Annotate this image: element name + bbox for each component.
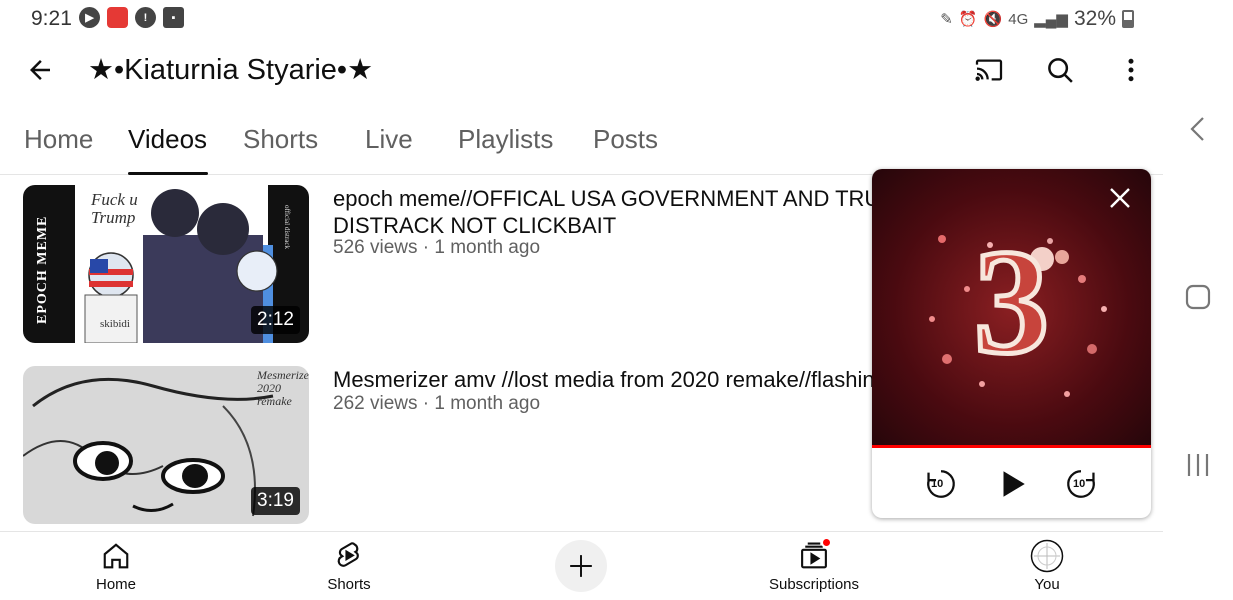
close-icon[interactable] — [1105, 183, 1135, 213]
app-bar: ★•Kiaturnia Styarie•★ — [0, 40, 1163, 102]
miniplayer-frame-number: 3 — [972, 217, 1052, 388]
app-bar-actions — [940, 48, 1153, 92]
channel-tabs: Home Videos Shorts Live Playlists Posts — [0, 114, 1163, 175]
tab-posts[interactable]: Posts — [593, 124, 658, 155]
miniplayer-progress-bar[interactable] — [872, 445, 1151, 448]
system-navigation-bar — [1163, 0, 1233, 600]
active-tab-indicator — [128, 172, 208, 175]
more-vert-icon[interactable] — [1109, 48, 1153, 92]
shorts-icon — [331, 538, 367, 574]
home-icon — [98, 538, 134, 574]
image-notification-icon: ▪ — [163, 7, 184, 28]
tab-playlists[interactable]: Playlists — [458, 124, 553, 155]
forward-10-icon[interactable]: 10 — [1061, 464, 1101, 504]
battery-icon — [1122, 10, 1134, 28]
video-title-line-1: epoch meme//OFFICAL USA GOVERNMENT AND T… — [333, 186, 873, 211]
system-home-icon[interactable] — [1180, 279, 1216, 315]
video-meta: 262 views · 1 month ago — [333, 393, 541, 414]
pen-icon: ✎ — [940, 11, 953, 28]
thumbnail-side-text: EPOCH MEME — [35, 215, 50, 324]
nav-subscriptions[interactable]: Subscriptions — [744, 537, 884, 593]
mute-icon: 🔇 — [983, 11, 1003, 28]
nav-shorts-label: Shorts — [327, 576, 371, 593]
nav-shorts[interactable]: Shorts — [279, 538, 419, 593]
system-back-icon[interactable] — [1180, 111, 1216, 147]
tab-live[interactable]: Live — [365, 124, 413, 155]
video-title[interactable]: Mesmerizer amv //lost media from 2020 re… — [333, 366, 873, 393]
video-title[interactable]: epoch meme//OFFICAL USA GOVERNMENT AND T… — [333, 185, 873, 239]
video-meta: 526 views · 1 month ago — [333, 237, 541, 258]
nav-you-label: You — [1034, 576, 1060, 593]
forward-seconds: 10 — [1073, 478, 1086, 490]
replay-10-icon[interactable]: 10 — [921, 464, 961, 504]
create-plus-icon[interactable] — [555, 540, 607, 592]
thumbnail-caption: Mesmerizer 2020 remake — [257, 368, 309, 408]
subscriptions-icon — [796, 537, 832, 574]
system-recents-icon[interactable] — [1180, 447, 1216, 483]
video-duration: 2:12 — [251, 306, 300, 334]
miniplayer-controls: 10 10 — [872, 452, 1151, 518]
status-system-icons: ✎ ⏰ 🔇 4G ▂▄▆ 32% — [940, 7, 1134, 31]
bottom-navigation: Home Shorts Subscriptions You — [0, 531, 1163, 600]
nav-home[interactable]: Home — [46, 538, 186, 593]
nav-home-label: Home — [95, 576, 136, 593]
status-notification-icons: ▶ ! ▪ — [79, 7, 184, 28]
status-time: 9:21 — [31, 7, 72, 30]
replay-seconds: 10 — [931, 478, 944, 490]
back-arrow-icon[interactable] — [20, 50, 60, 90]
nav-you[interactable]: You — [977, 538, 1117, 593]
alert-notification-icon: ! — [135, 7, 156, 28]
tab-shorts[interactable]: Shorts — [243, 124, 318, 155]
thumbnail-badge-text: skibidi — [100, 318, 130, 330]
cast-icon[interactable] — [967, 48, 1011, 92]
signal-icon: ▂▄▆ — [1034, 11, 1068, 28]
channel-title: ★•Kiaturnia Styarie•★ — [88, 54, 374, 86]
alarm-icon: ⏰ — [958, 11, 978, 28]
play-icon[interactable] — [992, 464, 1032, 504]
video-thumbnail[interactable]: official distrack EPOCH MEME Fuck u Trum… — [23, 185, 309, 343]
tab-home[interactable]: Home — [24, 124, 93, 155]
video-title-line-2: DISTRACK NOT CLICKBAIT — [333, 213, 617, 238]
avatar-icon — [1029, 538, 1065, 574]
video-duration: 3:19 — [251, 487, 300, 515]
svg-text:official distrack: official distrack — [283, 205, 291, 249]
network-type: 4G — [1008, 10, 1029, 28]
battery-percent: 32% — [1073, 7, 1116, 30]
manga-app-notification-icon — [107, 7, 128, 28]
youtube-notification-icon: ▶ — [79, 7, 100, 28]
thumbnail-caption: Fuck u Trump — [91, 190, 138, 227]
miniplayer[interactable]: 3 10 10 — [872, 169, 1151, 518]
nav-subscriptions-label: Subscriptions — [768, 576, 860, 593]
video-thumbnail[interactable]: Mesmerizer 2020 remake 3:19 — [23, 366, 309, 524]
notification-dot — [821, 537, 832, 548]
status-bar: 9:21 ▶ ! ▪ ✎ ⏰ 🔇 4G ▂▄▆ 32% — [0, 0, 1163, 36]
search-icon[interactable] — [1038, 48, 1082, 92]
miniplayer-video[interactable]: 3 — [872, 169, 1151, 448]
tab-videos[interactable]: Videos — [128, 124, 207, 155]
